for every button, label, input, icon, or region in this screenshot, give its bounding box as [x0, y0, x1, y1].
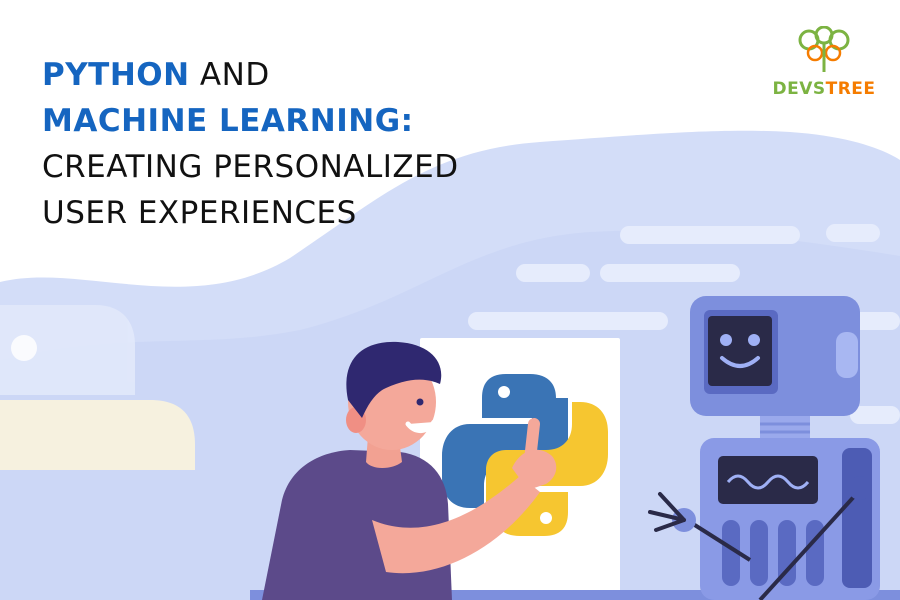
headline-machine-learning: MACHINE LEARNING: [42, 103, 414, 139]
headline: PYTHON AND MACHINE LEARNING: CREATING PE… [42, 52, 459, 236]
brand-tree: TREE [825, 79, 876, 99]
brand-name: DEVSTREE [772, 79, 876, 99]
headline-python: PYTHON [42, 57, 190, 93]
devstree-logo: DEVSTREE [772, 25, 876, 99]
headline-and: AND [189, 57, 270, 93]
headline-creating: CREATING PERSONALIZED [42, 149, 459, 185]
brand-devs: DEVS [772, 79, 826, 99]
devstree-tree-logo-icon [798, 25, 850, 72]
headline-line-1: PYTHON AND [42, 52, 459, 98]
headline-user-experiences: USER EXPERIENCES [42, 195, 357, 231]
